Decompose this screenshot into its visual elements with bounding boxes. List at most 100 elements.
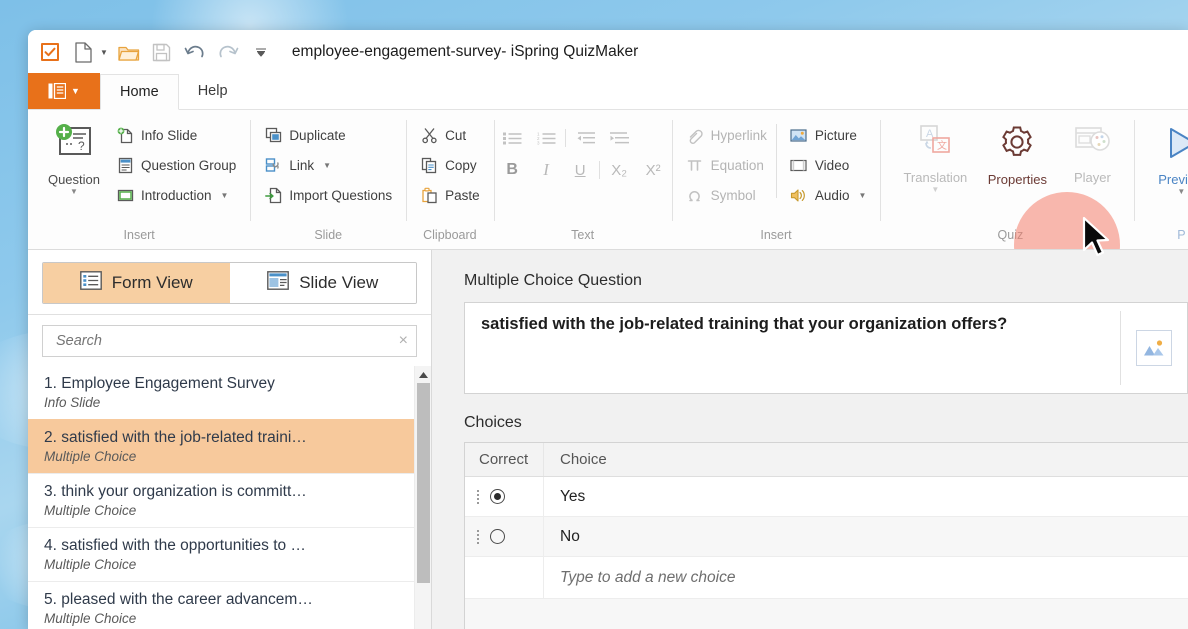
preview-label: Preview (1158, 172, 1188, 187)
save-icon[interactable] (150, 40, 174, 64)
ribbon-group-label-insert: Insert (123, 228, 155, 242)
open-folder-icon[interactable] (117, 40, 141, 64)
ribbon-tab-strip: ▼ Home Help (28, 73, 1188, 110)
video-button[interactable]: Video (785, 151, 871, 180)
correct-radio[interactable] (490, 529, 505, 544)
question-type: Info Slide (44, 395, 101, 410)
hyperlink-button[interactable]: Hyperlink (681, 121, 772, 150)
increase-indent-icon[interactable] (604, 124, 634, 152)
superscript-button[interactable]: X² (638, 156, 668, 184)
ribbon-group-label-insert-media: Insert (760, 228, 792, 242)
link-caret-icon[interactable]: ▼ (323, 161, 331, 170)
add-question-button[interactable]: ? Question ▼ (37, 118, 111, 196)
question-list-scrollbar[interactable] (414, 366, 431, 629)
info-slide-button[interactable]: Info Slide (111, 121, 241, 150)
duplicate-button[interactable]: Duplicate (259, 121, 397, 150)
question-type: Multiple Choice (44, 503, 137, 518)
preview-button[interactable]: Preview ▼ (1151, 118, 1188, 196)
new-file-caret-icon[interactable]: ▼ (100, 48, 108, 57)
question-list-item[interactable]: 3. think your organization is committ… M… (28, 473, 414, 527)
question-title: 4. satisfied with the opportunities to … (44, 537, 402, 555)
audio-button[interactable]: Audio ▼ (785, 181, 871, 210)
file-menu-button[interactable]: ▼ (28, 73, 100, 109)
add-question-caret-icon[interactable]: ▼ (70, 188, 78, 196)
question-text[interactable]: satisfied with the job-related training … (465, 303, 1120, 393)
insert-image-icon (1136, 330, 1172, 366)
symbol-icon (686, 187, 704, 205)
symbol-label: Symbol (710, 188, 756, 203)
tab-home[interactable]: Home (100, 74, 179, 110)
bold-button[interactable]: B (497, 156, 527, 184)
video-label: Video (814, 158, 850, 173)
picture-icon (790, 127, 808, 145)
slide-view-button[interactable]: Slide View (229, 263, 416, 303)
question-list-item[interactable]: 5. pleased with the career advancem… Mul… (28, 581, 414, 629)
redo-icon[interactable] (216, 40, 240, 64)
insert-image-button[interactable] (1121, 303, 1187, 393)
new-choice-row[interactable]: Type to add a new choice (465, 557, 1188, 599)
audio-caret-icon[interactable]: ▼ (858, 191, 866, 200)
question-text-box[interactable]: satisfied with the job-related training … (464, 302, 1188, 394)
customize-caret-icon[interactable] (249, 40, 273, 64)
title-bar: ▼ employee-engagement-survey- iSpring Qu… (28, 30, 1188, 74)
new-file-icon[interactable] (71, 40, 95, 64)
question-list-item[interactable]: 1. Employee Engagement Survey Info Slide (28, 366, 414, 419)
question-group-icon (116, 157, 134, 175)
numbered-list-icon[interactable]: 123 (531, 124, 561, 152)
choice-row[interactable]: No (465, 517, 1188, 557)
equation-icon (686, 157, 704, 175)
copy-button[interactable]: Copy (415, 151, 485, 180)
italic-button[interactable]: I (531, 156, 561, 184)
search-input[interactable] (54, 332, 399, 350)
drag-handle-icon[interactable] (477, 489, 479, 504)
questions-panel: Form View Slide View × (28, 250, 432, 629)
ribbon-group-quiz: A 文 Translation ▼ Properties Player Quiz (880, 110, 1134, 249)
form-view-button[interactable]: Form View (43, 263, 231, 303)
symbol-button[interactable]: Symbol (681, 181, 772, 210)
choice-correct-cell (465, 477, 543, 516)
translation-caret-icon[interactable]: ▼ (931, 186, 939, 194)
choice-text[interactable]: Yes (543, 477, 1188, 516)
preview-caret-icon[interactable]: ▼ (1177, 188, 1185, 196)
player-button[interactable]: Player (1059, 118, 1125, 185)
correct-radio[interactable] (490, 489, 505, 504)
file-menu-icon (48, 83, 67, 99)
link-label: Link (289, 158, 315, 173)
new-choice-placeholder[interactable]: Type to add a new choice (543, 557, 1188, 598)
question-type: Multiple Choice (44, 611, 137, 626)
introduction-button[interactable]: Introduction ▼ (111, 181, 241, 210)
question-list-item[interactable]: 2. satisfied with the job-related traini… (28, 419, 414, 473)
ribbon-group-text: 123 B I U X₂ X² Text (493, 110, 672, 249)
translation-button[interactable]: A 文 Translation ▼ (895, 118, 975, 194)
introduction-caret-icon[interactable]: ▼ (221, 191, 229, 200)
question-group-button[interactable]: Question Group (111, 151, 241, 180)
scrollbar-thumb[interactable] (416, 383, 430, 583)
link-button[interactable]: Link ▼ (259, 151, 397, 180)
video-icon (790, 157, 808, 175)
paste-button[interactable]: Paste (415, 181, 485, 210)
search-clear-icon[interactable]: × (399, 333, 408, 349)
svg-text:3: 3 (537, 141, 540, 146)
undo-icon[interactable] (183, 40, 207, 64)
underline-button[interactable]: U (565, 156, 595, 184)
drag-handle-icon[interactable] (477, 529, 479, 544)
subscript-button[interactable]: X₂ (604, 156, 634, 184)
bullet-list-icon[interactable] (497, 124, 527, 152)
choices-title: Choices (464, 414, 522, 431)
checkbox-icon[interactable] (38, 40, 62, 64)
picture-button[interactable]: Picture (785, 121, 871, 150)
text-divider (565, 129, 567, 147)
choice-row[interactable]: Yes (465, 477, 1188, 517)
equation-button[interactable]: Equation (681, 151, 772, 180)
decrease-indent-icon[interactable] (570, 124, 600, 152)
import-questions-button[interactable]: Import Questions (259, 181, 397, 210)
question-list-item[interactable]: 4. satisfied with the opportunities to …… (28, 527, 414, 581)
cut-button[interactable]: Cut (415, 121, 485, 150)
tab-help[interactable]: Help (179, 73, 247, 109)
scroll-up-arrow-icon[interactable] (415, 366, 431, 383)
properties-button[interactable]: Properties (975, 118, 1059, 187)
search-box[interactable]: × (42, 325, 417, 357)
properties-label: Properties (987, 172, 1047, 187)
introduction-icon (116, 187, 134, 205)
choice-text[interactable]: No (543, 517, 1188, 556)
